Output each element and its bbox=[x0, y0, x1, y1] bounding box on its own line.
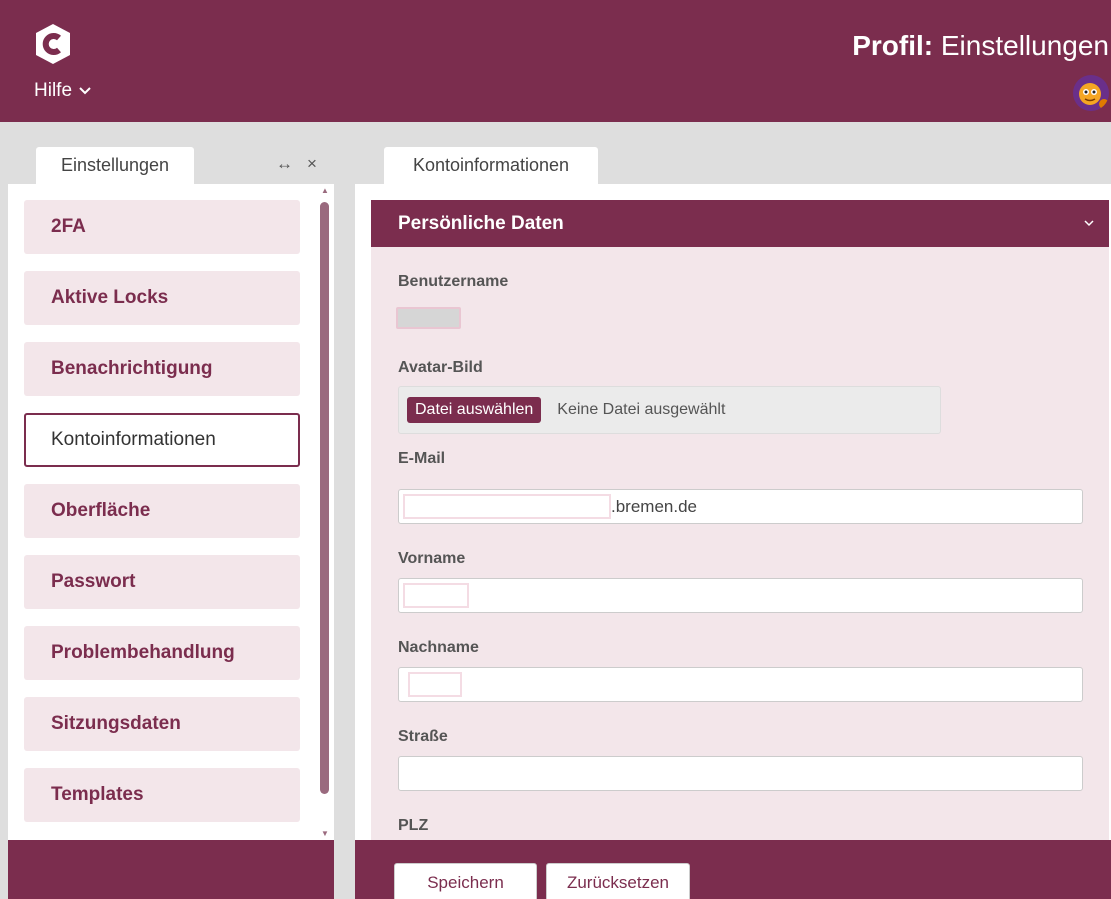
tab-tools: ↔ × bbox=[276, 154, 317, 174]
top-bar: Hilfe Profil: Einstellungen bbox=[0, 0, 1111, 122]
sidebar-item-label: Aktive Locks bbox=[51, 287, 169, 308]
sidebar-item-label: Templates bbox=[51, 784, 144, 805]
sidebar-item-kontoinformationen[interactable]: Kontoinformationen bbox=[24, 413, 300, 467]
page-title-bold: Profil: bbox=[852, 30, 934, 61]
tab-kontoinformationen-label: Kontoinformationen bbox=[412, 155, 570, 175]
redacted-text bbox=[403, 583, 469, 608]
sidebar-item-2fa[interactable]: 2FA bbox=[24, 200, 300, 254]
tab-kontoinformationen[interactable]: Kontoinformationen bbox=[384, 147, 598, 184]
sidebar-item-label: Kontoinformationen bbox=[51, 429, 216, 450]
panel-title: Persönliche Daten bbox=[398, 212, 564, 234]
sidebar-item-templates[interactable]: Templates bbox=[24, 768, 300, 822]
page-title-rest: Einstellungen bbox=[940, 30, 1109, 61]
main-content: Persönliche Daten Benutzername Avatar-Bi… bbox=[355, 184, 1111, 840]
sidebar-footer bbox=[8, 840, 334, 899]
sidebar-item-oberflaeche[interactable]: Oberfläche bbox=[24, 484, 300, 538]
help-menu[interactable]: Hilfe bbox=[34, 80, 92, 102]
choose-file-button[interactable]: Datei auswählen bbox=[407, 397, 542, 423]
sidebar-list: 2FA Aktive Locks Benachrichtigung Kontoi… bbox=[24, 200, 300, 839]
redacted-text bbox=[403, 494, 611, 519]
street-label: Straße bbox=[398, 728, 448, 745]
sidebar-item-problembehandlung[interactable]: Problembehandlung bbox=[24, 626, 300, 680]
sidebar-scrollbar[interactable]: ▲ ▼ bbox=[318, 184, 332, 840]
firstname-label: Vorname bbox=[398, 550, 466, 567]
reset-button[interactable]: Zurücksetzen bbox=[546, 863, 690, 899]
sidebar-item-label: 2FA bbox=[51, 216, 86, 237]
tab-einstellungen[interactable]: Einstellungen bbox=[36, 147, 194, 184]
sidebar-item-benachrichtigung[interactable]: Benachrichtigung bbox=[24, 342, 300, 396]
avatar-file-input[interactable]: Datei auswählen Keine Datei ausgewählt bbox=[398, 386, 941, 434]
file-status: Keine Datei ausgewählt bbox=[557, 401, 726, 418]
chevron-down-icon[interactable] bbox=[1083, 218, 1095, 228]
settings-sidebar: 2FA Aktive Locks Benachrichtigung Kontoi… bbox=[8, 184, 334, 840]
lastname-field[interactable] bbox=[398, 667, 1083, 702]
help-label: Hilfe bbox=[34, 80, 73, 101]
page-title: Profil: Einstellungen bbox=[852, 30, 1109, 62]
scroll-down-icon[interactable]: ▼ bbox=[321, 829, 329, 838]
personal-data-panel: Persönliche Daten Benutzername Avatar-Bi… bbox=[371, 200, 1109, 840]
close-icon[interactable]: × bbox=[307, 154, 317, 174]
sidebar-item-aktive-locks[interactable]: Aktive Locks bbox=[24, 271, 300, 325]
username-value bbox=[396, 307, 461, 329]
sidebar-item-label: Sitzungsdaten bbox=[51, 713, 181, 734]
street-field[interactable] bbox=[398, 756, 1083, 791]
chevron-down-icon bbox=[79, 87, 91, 95]
sidebar-item-label: Benachrichtigung bbox=[51, 358, 213, 379]
expand-icon[interactable]: ↔ bbox=[276, 154, 293, 174]
email-field[interactable]: .bremen.de bbox=[398, 489, 1083, 524]
email-label: E-Mail bbox=[398, 450, 446, 467]
scrollbar-thumb[interactable] bbox=[320, 202, 329, 794]
avatar-label: Avatar-Bild bbox=[398, 359, 483, 376]
redacted-text bbox=[408, 672, 462, 697]
avatar-face-icon bbox=[1079, 83, 1109, 109]
tab-einstellungen-label: Einstellungen bbox=[60, 155, 170, 175]
sidebar-item-label: Passwort bbox=[51, 571, 136, 592]
firstname-field[interactable] bbox=[398, 578, 1083, 613]
scroll-up-icon[interactable]: ▲ bbox=[321, 186, 329, 195]
sidebar-item-sitzungsdaten[interactable]: Sitzungsdaten bbox=[24, 697, 300, 751]
sidebar-item-passwort[interactable]: Passwort bbox=[24, 555, 300, 609]
zip-label: PLZ bbox=[398, 817, 429, 834]
app-logo-icon[interactable] bbox=[33, 22, 73, 66]
user-avatar[interactable] bbox=[1073, 75, 1109, 111]
lastname-label: Nachname bbox=[398, 639, 479, 656]
sidebar-item-label: Oberfläche bbox=[51, 500, 151, 521]
email-suffix: .bremen.de bbox=[611, 496, 697, 516]
panel-header[interactable]: Persönliche Daten bbox=[371, 200, 1109, 247]
username-label: Benutzername bbox=[398, 273, 509, 290]
save-button[interactable]: Speichern bbox=[394, 863, 537, 899]
sidebar-item-label: Problembehandlung bbox=[51, 642, 235, 663]
